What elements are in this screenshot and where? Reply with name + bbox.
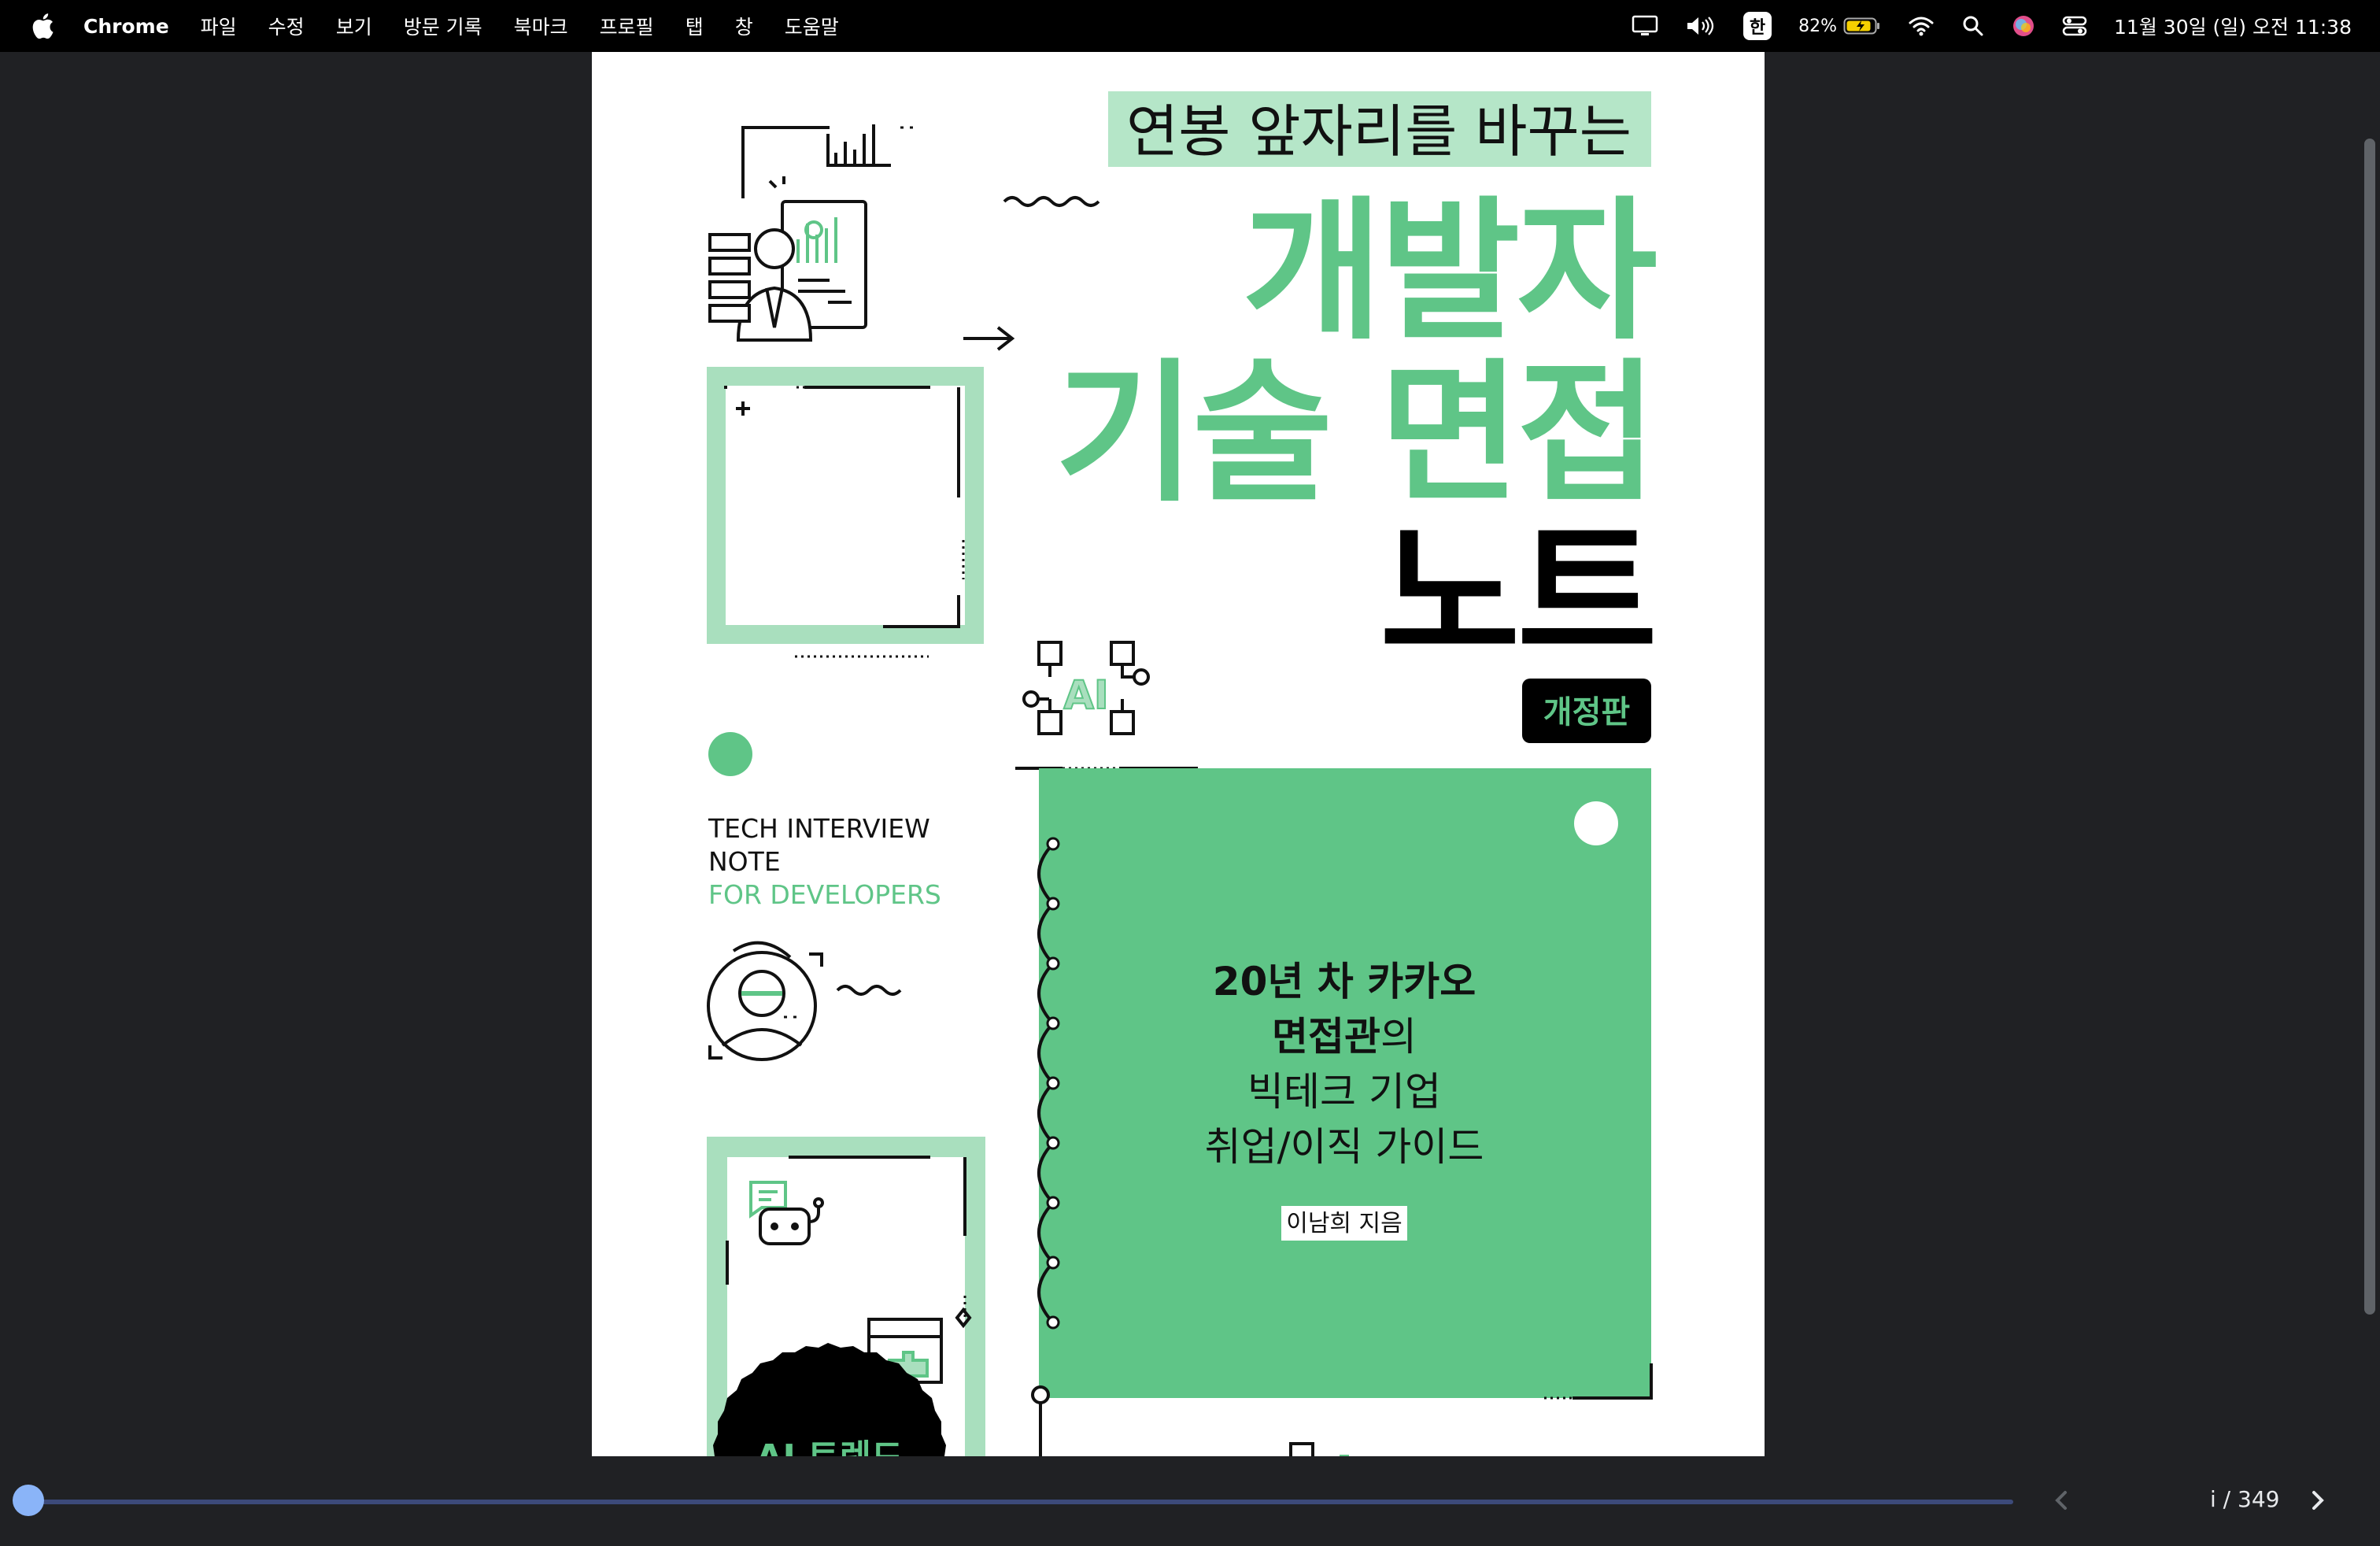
search-icon[interactable]: [1961, 14, 1985, 38]
battery-percent: 82%: [1798, 16, 1838, 36]
title-line-2: 기술 면접: [1055, 345, 1654, 523]
card-line-2-rest: 의: [1380, 1014, 1417, 1060]
apple-icon[interactable]: [28, 10, 60, 42]
card-line-4: 취업/이직 가이드: [1205, 1124, 1484, 1170]
display-icon[interactable]: [1632, 15, 1658, 37]
control-center-icon[interactable]: [2062, 15, 2087, 37]
page-navigation-bar: i / 349: [0, 1456, 2380, 1546]
wavy-line-top: [1003, 196, 1100, 207]
wifi-icon[interactable]: [1908, 15, 1935, 37]
chevron-left-icon[interactable]: [2046, 1485, 2078, 1516]
app-name[interactable]: Chrome: [83, 15, 169, 38]
menu-view[interactable]: 보기: [336, 12, 372, 40]
title-line-3: 노트: [1380, 505, 1654, 683]
volume-icon[interactable]: [1685, 15, 1717, 37]
page-indicator: i / 349: [2210, 1486, 2280, 1512]
edition-badge: 개정판: [1543, 694, 1631, 730]
menu-clock[interactable]: 11월 30일 (일) 오전 11:38: [2114, 12, 2352, 40]
connector-line: [741, 126, 830, 198]
siri-icon[interactable]: [2012, 14, 2035, 38]
card-line-3: 빅테크 기업: [1247, 1069, 1441, 1115]
menu-window[interactable]: 창: [735, 12, 753, 40]
book-cover-art: 연봉 앞자리를 바꾸는 개발자 기술 면접 노트 AI 개정판 TECH INT…: [707, 91, 1660, 1456]
book-cover-page: 연봉 앞자리를 바꾸는 개발자 기술 면접 노트 AI 개정판 TECH INT…: [592, 52, 1765, 1456]
card-line-1: 20년 차 카카오: [1213, 959, 1476, 1004]
ai-network-icon: AI: [1022, 641, 1150, 735]
menu-profiles[interactable]: 프로필: [600, 12, 654, 40]
green-card: 20년 차 카카오 면접관의 빅테크 기업 취업/이직 가이드 이남희 지음: [1015, 767, 1653, 1456]
menu-bookmarks[interactable]: 북마크: [514, 12, 568, 40]
wavy-line-mid: [836, 985, 902, 996]
title-line-1: 개발자: [1243, 183, 1657, 361]
author: 이남희 지음: [1286, 1210, 1402, 1237]
book-subtitle: 연봉 앞자리를 바꾸는: [1126, 98, 1632, 165]
menu-file[interactable]: 파일: [201, 12, 237, 40]
input-source-indicator[interactable]: 한: [1743, 12, 1772, 40]
page-slider-track[interactable]: [30, 1500, 2013, 1504]
menu-edit[interactable]: 수정: [268, 12, 305, 40]
chevron-right-icon[interactable]: [2301, 1485, 2333, 1516]
card-line-2: 면접관의: [1272, 1014, 1417, 1060]
battery-icon: [1843, 17, 1880, 35]
menu-help[interactable]: 도움말: [785, 12, 839, 40]
green-dot: [708, 732, 752, 776]
viewer-area[interactable]: 연봉 앞자리를 바꾸는 개발자 기술 면접 노트 AI 개정판 TECH INT…: [0, 52, 2380, 1456]
bottom-partial-icon: [1289, 1442, 1349, 1456]
battery-status[interactable]: 82%: [1798, 17, 1881, 36]
page-slider-thumb[interactable]: [13, 1485, 44, 1516]
english-title-1: TECH INTERVIEW: [708, 813, 930, 844]
starburst-label: AI 트렌드: [756, 1437, 903, 1456]
bar-chart-icon: [826, 124, 913, 167]
decorative-frame-top: [707, 367, 984, 658]
english-title-3: FOR DEVELOPERS: [708, 879, 941, 910]
menu-tab[interactable]: 탭: [686, 12, 704, 40]
vertical-scrollbar[interactable]: [2364, 139, 2375, 1315]
arrow-icon: [963, 326, 1015, 351]
ai-label: AI: [1063, 672, 1108, 718]
card-line-2-bold: 면접관: [1272, 1014, 1380, 1060]
developer-avatar-icon: [707, 941, 823, 1061]
person-report-icon: [708, 176, 867, 342]
menu-bar: Chrome 파일 수정 보기 방문 기록 북마크 프로필 탭 창 도움말 한 …: [0, 0, 2380, 52]
menu-history[interactable]: 방문 기록: [404, 12, 482, 40]
english-title-2: NOTE: [708, 846, 781, 877]
